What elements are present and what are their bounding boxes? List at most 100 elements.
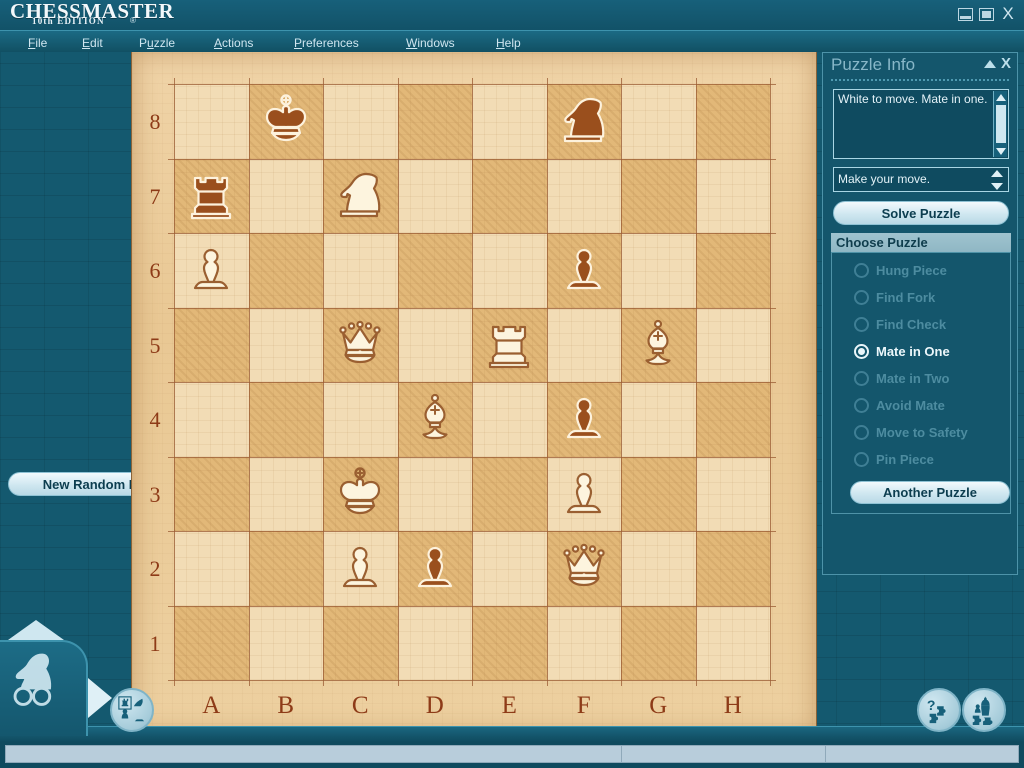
chess-pieces-icon[interactable] [110, 688, 154, 732]
board-grid[interactable] [174, 84, 770, 680]
board-square-F1[interactable] [546, 605, 621, 680]
board-square-E8[interactable] [472, 84, 547, 159]
menu-item-file[interactable]: File [28, 34, 47, 52]
board-square-G7[interactable] [621, 158, 696, 233]
board-square-F7[interactable] [546, 158, 621, 233]
board-square-A1[interactable] [174, 605, 249, 680]
solve-puzzle-button[interactable]: Solve Puzzle [833, 201, 1009, 225]
board-square-B5[interactable] [248, 307, 323, 382]
board-square-G3[interactable] [621, 456, 696, 531]
board-square-C7[interactable] [323, 158, 398, 233]
board-square-A4[interactable] [174, 382, 249, 457]
board-square-E6[interactable] [472, 233, 547, 308]
board-square-D6[interactable] [397, 233, 472, 308]
board-square-H4[interactable] [695, 382, 770, 457]
board-square-A5[interactable] [174, 307, 249, 382]
puzzle-type-pin-piece[interactable]: Pin Piece [854, 448, 1004, 470]
chess-board[interactable]: 8 7 6 5 4 3 2 1 A B C D E F G H [132, 52, 816, 734]
radio-button[interactable] [854, 397, 869, 413]
menu-item-actions[interactable]: Actions [214, 34, 253, 52]
board-square-D2[interactable] [397, 531, 472, 606]
spinner-control[interactable] [990, 170, 1004, 190]
scrollbar-thumb[interactable] [996, 105, 1006, 143]
board-square-H2[interactable] [695, 531, 770, 606]
maximize-icon[interactable] [979, 7, 994, 21]
board-square-B2[interactable] [248, 531, 323, 606]
minimize-icon[interactable] [958, 7, 973, 21]
board-square-H1[interactable] [695, 605, 770, 680]
spinner-up-icon[interactable] [991, 170, 1003, 177]
radio-button[interactable] [854, 316, 869, 332]
radio-button[interactable] [854, 262, 869, 278]
board-square-E2[interactable] [472, 531, 547, 606]
board-square-A6[interactable] [174, 233, 249, 308]
menu-item-preferences[interactable]: Preferences [294, 34, 359, 52]
info-scrollbar[interactable] [993, 91, 1007, 157]
knight-logo-panel[interactable] [0, 640, 88, 736]
board-square-D7[interactable] [397, 158, 472, 233]
board-square-A7[interactable] [174, 158, 249, 233]
menu-item-edit[interactable]: Edit [82, 34, 103, 52]
puzzle-type-mate-in-two[interactable]: Mate in Two [854, 367, 1004, 389]
board-square-F8[interactable] [546, 84, 621, 159]
board-square-G1[interactable] [621, 605, 696, 680]
board-square-C1[interactable] [323, 605, 398, 680]
board-square-D5[interactable] [397, 307, 472, 382]
close-icon[interactable]: X [1001, 56, 1011, 71]
board-square-C8[interactable] [323, 84, 398, 159]
radio-button[interactable] [854, 343, 869, 359]
board-square-F4[interactable] [546, 382, 621, 457]
board-square-G4[interactable] [621, 382, 696, 457]
board-square-C2[interactable] [323, 531, 398, 606]
puzzle-type-find-fork[interactable]: Find Fork [854, 286, 1004, 308]
board-square-C4[interactable] [323, 382, 398, 457]
menu-item-windows[interactable]: Windows [406, 34, 455, 52]
board-square-H6[interactable] [695, 233, 770, 308]
board-square-E7[interactable] [472, 158, 547, 233]
board-square-B4[interactable] [248, 382, 323, 457]
puzzle-type-move-to-safety[interactable]: Move to Safety [854, 421, 1004, 443]
board-square-D8[interactable] [397, 84, 472, 159]
board-square-G6[interactable] [621, 233, 696, 308]
board-square-D4[interactable] [397, 382, 472, 457]
board-square-G5[interactable] [621, 307, 696, 382]
board-square-B7[interactable] [248, 158, 323, 233]
board-square-B3[interactable] [248, 456, 323, 531]
radio-button[interactable] [854, 451, 869, 467]
board-square-D3[interactable] [397, 456, 472, 531]
scroll-down-icon[interactable] [994, 145, 1008, 157]
board-square-H3[interactable] [695, 456, 770, 531]
board-square-C3[interactable] [323, 456, 398, 531]
menu-item-puzzle[interactable]: Puzzle [139, 34, 175, 52]
board-square-B6[interactable] [248, 233, 323, 308]
puzzle-pieces-icon[interactable] [962, 688, 1006, 732]
board-square-C5[interactable] [323, 307, 398, 382]
close-icon[interactable]: X [1000, 5, 1016, 22]
help-puzzle-icon[interactable]: ? [917, 688, 961, 732]
board-square-A3[interactable] [174, 456, 249, 531]
board-square-E3[interactable] [472, 456, 547, 531]
board-square-E5[interactable] [472, 307, 547, 382]
move-prompt-field[interactable]: Make your move. [833, 167, 1009, 192]
radio-button[interactable] [854, 424, 869, 440]
puzzle-type-find-check[interactable]: Find Check [854, 313, 1004, 335]
board-square-G8[interactable] [621, 84, 696, 159]
board-square-B1[interactable] [248, 605, 323, 680]
board-square-A8[interactable] [174, 84, 249, 159]
board-square-C6[interactable] [323, 233, 398, 308]
another-puzzle-button[interactable]: Another Puzzle [850, 481, 1010, 504]
board-square-H5[interactable] [695, 307, 770, 382]
board-square-A2[interactable] [174, 531, 249, 606]
puzzle-type-mate-in-one[interactable]: Mate in One [854, 340, 1004, 362]
triangle-up-icon[interactable] [983, 60, 996, 68]
puzzle-type-hung-piece[interactable]: Hung Piece [854, 259, 1004, 281]
board-square-F2[interactable] [546, 531, 621, 606]
triangle-up-icon[interactable] [8, 620, 64, 640]
board-square-F5[interactable] [546, 307, 621, 382]
board-square-D1[interactable] [397, 605, 472, 680]
menu-item-help[interactable]: Help [496, 34, 521, 52]
board-square-F3[interactable] [546, 456, 621, 531]
board-square-F6[interactable] [546, 233, 621, 308]
play-triangle-icon[interactable] [88, 678, 112, 718]
scroll-up-icon[interactable] [994, 91, 1008, 103]
